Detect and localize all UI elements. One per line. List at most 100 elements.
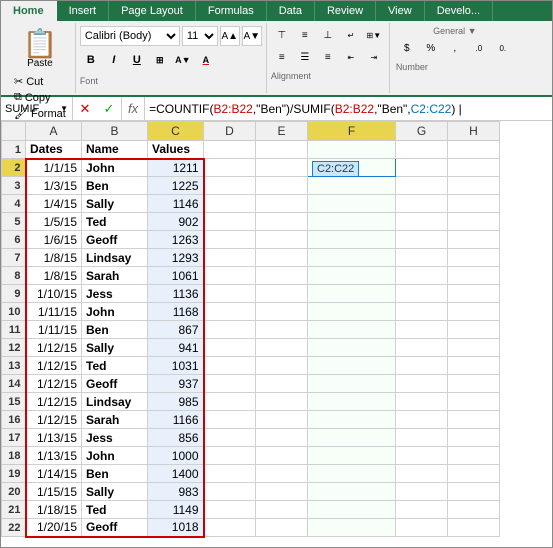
cell-a5[interactable]: 1/5/15 — [26, 213, 82, 231]
tab-page-layout[interactable]: Page Layout — [109, 1, 196, 21]
row-header-21[interactable]: 21 — [2, 501, 26, 519]
col-header-d[interactable]: D — [204, 122, 256, 141]
cell-a16[interactable]: 1/12/15 — [26, 411, 82, 429]
cell-f10[interactable] — [308, 303, 396, 321]
cell-f8[interactable] — [308, 267, 396, 285]
comma-button[interactable]: , — [444, 38, 466, 58]
cell-f12[interactable] — [308, 339, 396, 357]
cut-button[interactable]: ✂ Cut — [11, 74, 69, 89]
cell-b9[interactable]: Jess — [82, 285, 148, 303]
cell-c6[interactable]: 1263 — [148, 231, 204, 249]
cell-d5[interactable] — [204, 213, 256, 231]
cell-f13[interactable] — [308, 357, 396, 375]
cell-h22[interactable] — [448, 519, 500, 537]
cell-a8[interactable]: 1/8/15 — [26, 267, 82, 285]
align-bottom-button[interactable]: ⊥ — [317, 25, 339, 45]
cell-g3[interactable] — [396, 177, 448, 195]
row-header-5[interactable]: 5 — [2, 213, 26, 231]
cell-c15[interactable]: 985 — [148, 393, 204, 411]
cell-c1[interactable]: Values — [148, 141, 204, 159]
cell-g12[interactable] — [396, 339, 448, 357]
cell-g19[interactable] — [396, 465, 448, 483]
col-header-c[interactable]: C — [148, 122, 204, 141]
row-header-20[interactable]: 20 — [2, 483, 26, 501]
cell-b15[interactable]: Lindsay — [82, 393, 148, 411]
cell-d10[interactable] — [204, 303, 256, 321]
row-header-14[interactable]: 14 — [2, 375, 26, 393]
cell-c13[interactable]: 1031 — [148, 357, 204, 375]
cell-e5[interactable] — [256, 213, 308, 231]
cell-h10[interactable] — [448, 303, 500, 321]
cell-d9[interactable] — [204, 285, 256, 303]
cell-f14[interactable] — [308, 375, 396, 393]
cell-e6[interactable] — [256, 231, 308, 249]
cell-h18[interactable] — [448, 447, 500, 465]
tab-view[interactable]: View — [376, 1, 425, 21]
cell-g10[interactable] — [396, 303, 448, 321]
cell-g17[interactable] — [396, 429, 448, 447]
row-header-17[interactable]: 17 — [2, 429, 26, 447]
row-header-1[interactable]: 1 — [2, 141, 26, 159]
cell-h5[interactable] — [448, 213, 500, 231]
cell-e21[interactable] — [256, 501, 308, 519]
cell-d11[interactable] — [204, 321, 256, 339]
cell-c21[interactable]: 1149 — [148, 501, 204, 519]
cell-g18[interactable] — [396, 447, 448, 465]
font-size-decrease[interactable]: A▼ — [242, 26, 262, 46]
cell-d7[interactable] — [204, 249, 256, 267]
tab-review[interactable]: Review — [315, 1, 376, 21]
row-header-7[interactable]: 7 — [2, 249, 26, 267]
wrap-text-button[interactable]: ↵ — [340, 25, 362, 45]
cell-h6[interactable] — [448, 231, 500, 249]
cell-e4[interactable] — [256, 195, 308, 213]
row-header-6[interactable]: 6 — [2, 231, 26, 249]
cell-f1[interactable] — [308, 141, 396, 159]
cell-f16[interactable] — [308, 411, 396, 429]
col-header-b[interactable]: B — [82, 122, 148, 141]
row-header-4[interactable]: 4 — [2, 195, 26, 213]
cell-f2[interactable]: C2:C22 — [308, 159, 396, 177]
cell-g4[interactable] — [396, 195, 448, 213]
align-top-button[interactable]: ⊤ — [271, 25, 293, 45]
cell-g16[interactable] — [396, 411, 448, 429]
cell-f21[interactable] — [308, 501, 396, 519]
cell-h8[interactable] — [448, 267, 500, 285]
cell-a18[interactable]: 1/13/15 — [26, 447, 82, 465]
font-name-select[interactable]: Calibri (Body) — [80, 26, 180, 46]
cell-a20[interactable]: 1/15/15 — [26, 483, 82, 501]
cell-g13[interactable] — [396, 357, 448, 375]
row-header-11[interactable]: 11 — [2, 321, 26, 339]
cell-b22[interactable]: Geoff — [82, 519, 148, 537]
cell-h20[interactable] — [448, 483, 500, 501]
font-size-select[interactable]: 11 — [182, 26, 218, 46]
border-button[interactable]: ⊞ — [149, 49, 171, 71]
cell-e19[interactable] — [256, 465, 308, 483]
cell-h14[interactable] — [448, 375, 500, 393]
cell-e15[interactable] — [256, 393, 308, 411]
cell-f20[interactable] — [308, 483, 396, 501]
cell-c9[interactable]: 1136 — [148, 285, 204, 303]
cell-a6[interactable]: 1/6/15 — [26, 231, 82, 249]
row-header-16[interactable]: 16 — [2, 411, 26, 429]
cell-b8[interactable]: Sarah — [82, 267, 148, 285]
cell-f3[interactable] — [308, 177, 396, 195]
cell-g1[interactable] — [396, 141, 448, 159]
cell-a9[interactable]: 1/10/15 — [26, 285, 82, 303]
italic-button[interactable]: I — [103, 49, 125, 71]
cell-d1[interactable] — [204, 141, 256, 159]
cell-f18[interactable] — [308, 447, 396, 465]
align-middle-button[interactable]: ≡ — [294, 25, 316, 45]
cell-h15[interactable] — [448, 393, 500, 411]
cell-f6[interactable] — [308, 231, 396, 249]
percent-button[interactable]: % — [420, 38, 442, 58]
cell-d6[interactable] — [204, 231, 256, 249]
cell-b11[interactable]: Ben — [82, 321, 148, 339]
row-header-19[interactable]: 19 — [2, 465, 26, 483]
cell-c10[interactable]: 1168 — [148, 303, 204, 321]
cell-a15[interactable]: 1/12/15 — [26, 393, 82, 411]
cell-g21[interactable] — [396, 501, 448, 519]
cell-f15[interactable] — [308, 393, 396, 411]
cell-h2[interactable] — [448, 159, 500, 177]
cell-d22[interactable] — [204, 519, 256, 537]
cell-b18[interactable]: John — [82, 447, 148, 465]
